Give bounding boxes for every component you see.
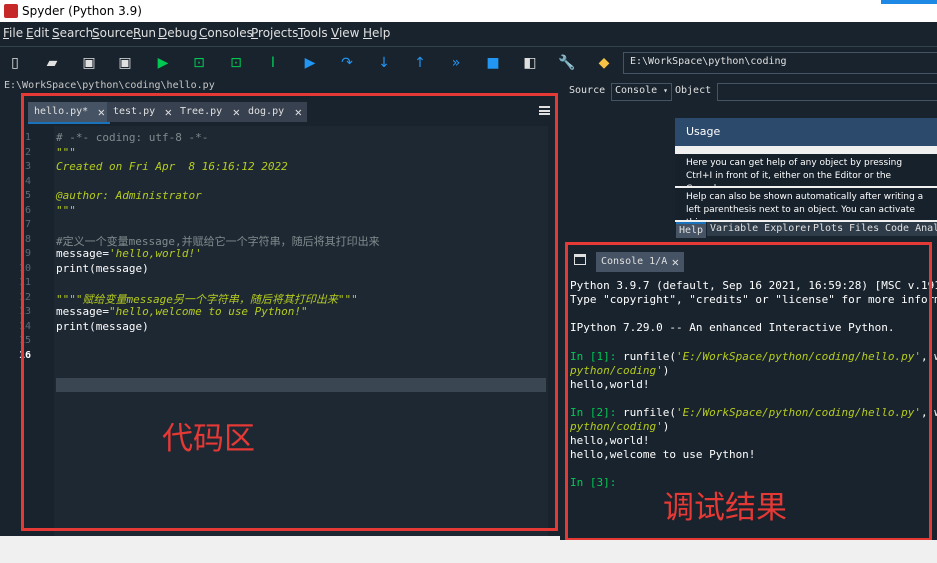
run-cell-advance-icon[interactable]: ⊡ <box>226 53 246 73</box>
menu-item-4[interactable]: Run <box>133 26 156 40</box>
menu-item-label: rojects <box>258 26 299 40</box>
help-pane: Usage Here you can get help of any objec… <box>565 106 937 222</box>
title-bar: Spyder (Python 3.9) <box>0 0 937 22</box>
pane-tab[interactable]: Files <box>846 222 883 236</box>
menu-item-5[interactable]: Debug <box>158 26 197 40</box>
working-directory-field[interactable]: E:\WorkSpace\python\coding <box>623 52 937 74</box>
object-label: Object <box>675 85 712 96</box>
menu-item-label: onsoles <box>207 26 253 40</box>
menu-item-9[interactable]: View <box>331 26 359 40</box>
step-return-icon[interactable]: ↑ <box>410 53 430 73</box>
menu-item-0[interactable]: File <box>3 26 23 40</box>
preferences-icon[interactable]: 🔧 <box>557 53 577 73</box>
menu-item-mnemonic: V <box>331 26 339 40</box>
menu-item-10[interactable]: Help <box>363 26 390 40</box>
menu-item-mnemonic: E <box>26 26 34 40</box>
menu-item-label: dit <box>33 26 50 40</box>
source-select[interactable]: Console ▾ <box>611 83 672 101</box>
main-toolbar: E:\WorkSpace\python\coding ▯ ▰ ▣ ▣ ▶ ⊡ ⊡ I ▶ ↷ ↓ ↑ »… <box>0 46 937 78</box>
run-selection-icon[interactable]: I <box>263 53 283 73</box>
step-into-icon[interactable]: ↓ <box>374 53 394 73</box>
menu-item-mnemonic: R <box>133 26 141 40</box>
usage-title: Usage <box>675 118 937 146</box>
pane-tab[interactable]: Variable Explorer <box>707 222 816 236</box>
spyder-app-icon <box>4 4 18 18</box>
menu-bar: File Edit Search Source Run Debug Consoles Proj… <box>0 22 937 46</box>
source-label: Source <box>569 85 606 96</box>
menu-item-mnemonic: P <box>251 26 259 40</box>
menu-item-2[interactable]: Search <box>52 26 93 40</box>
usage-text-2: Help can also be shown automatically aft… <box>675 188 937 220</box>
help-pane-tabs: Help Variable Explorer Plots Files Code Anal <box>676 222 937 238</box>
python-path-icon[interactable]: ◆ <box>594 53 614 73</box>
maximize-pane-icon[interactable]: ◧ <box>520 53 540 73</box>
console-annotation-label: 调试结果 <box>663 490 787 526</box>
menu-item-8[interactable]: Tools <box>298 26 328 40</box>
menu-item-label: earch <box>59 26 94 40</box>
menu-item-label: ools <box>303 26 328 40</box>
menu-item-label: iew <box>338 26 360 40</box>
window-title: Spyder (Python 3.9) <box>22 4 142 18</box>
pane-tab[interactable]: Plots <box>810 222 847 236</box>
usage-text-1: Here you can get help of any object by p… <box>675 154 937 186</box>
chevron-down-icon: ▾ <box>663 86 668 95</box>
save-icon[interactable]: ▣ <box>79 53 99 73</box>
help-toolbar: Source Console ▾ Object <box>565 80 937 102</box>
title-accent-bar <box>881 0 937 4</box>
object-input[interactable] <box>717 83 937 101</box>
menu-item-1[interactable]: Edit <box>26 26 49 40</box>
menu-item-label: elp <box>372 26 391 40</box>
menu-item-7[interactable]: Projects <box>251 26 298 40</box>
menu-item-label: ile <box>9 26 24 40</box>
menu-item-mnemonic: D <box>158 26 168 40</box>
run-cell-icon[interactable]: ⊡ <box>189 53 209 73</box>
pane-tab[interactable]: Help <box>676 222 707 238</box>
step-icon[interactable]: ↷ <box>337 53 357 73</box>
stop-icon[interactable]: ■ <box>483 53 503 73</box>
save-all-icon[interactable]: ▣ <box>115 53 135 73</box>
menu-item-label: ebug <box>167 26 198 40</box>
code-area-annotation-label: 代码区 <box>162 421 255 457</box>
debug-icon[interactable]: ▶ <box>300 53 320 73</box>
menu-item-label: un <box>140 26 157 40</box>
menu-item-mnemonic: S <box>92 26 100 40</box>
run-icon[interactable]: ▶ <box>153 53 173 73</box>
continue-icon[interactable]: » <box>446 53 466 73</box>
menu-item-3[interactable]: Source <box>92 26 133 40</box>
open-file-icon[interactable]: ▰ <box>42 53 62 73</box>
menu-item-6[interactable]: Consoles <box>199 26 253 40</box>
menu-item-mnemonic: S <box>52 26 60 40</box>
menu-item-mnemonic: H <box>363 26 373 40</box>
pane-tab[interactable]: Code Anal <box>882 222 937 236</box>
window-bottom-edge <box>0 540 937 563</box>
editor-file-path: E:\WorkSpace\python\coding\hello.py <box>0 78 560 94</box>
usage-panel: Usage Here you can get help of any objec… <box>675 118 937 222</box>
source-select-value: Console <box>615 85 658 96</box>
new-file-icon[interactable]: ▯ <box>5 53 25 73</box>
code-area-annotation-box <box>21 93 558 531</box>
menu-item-label: ource <box>99 26 134 40</box>
